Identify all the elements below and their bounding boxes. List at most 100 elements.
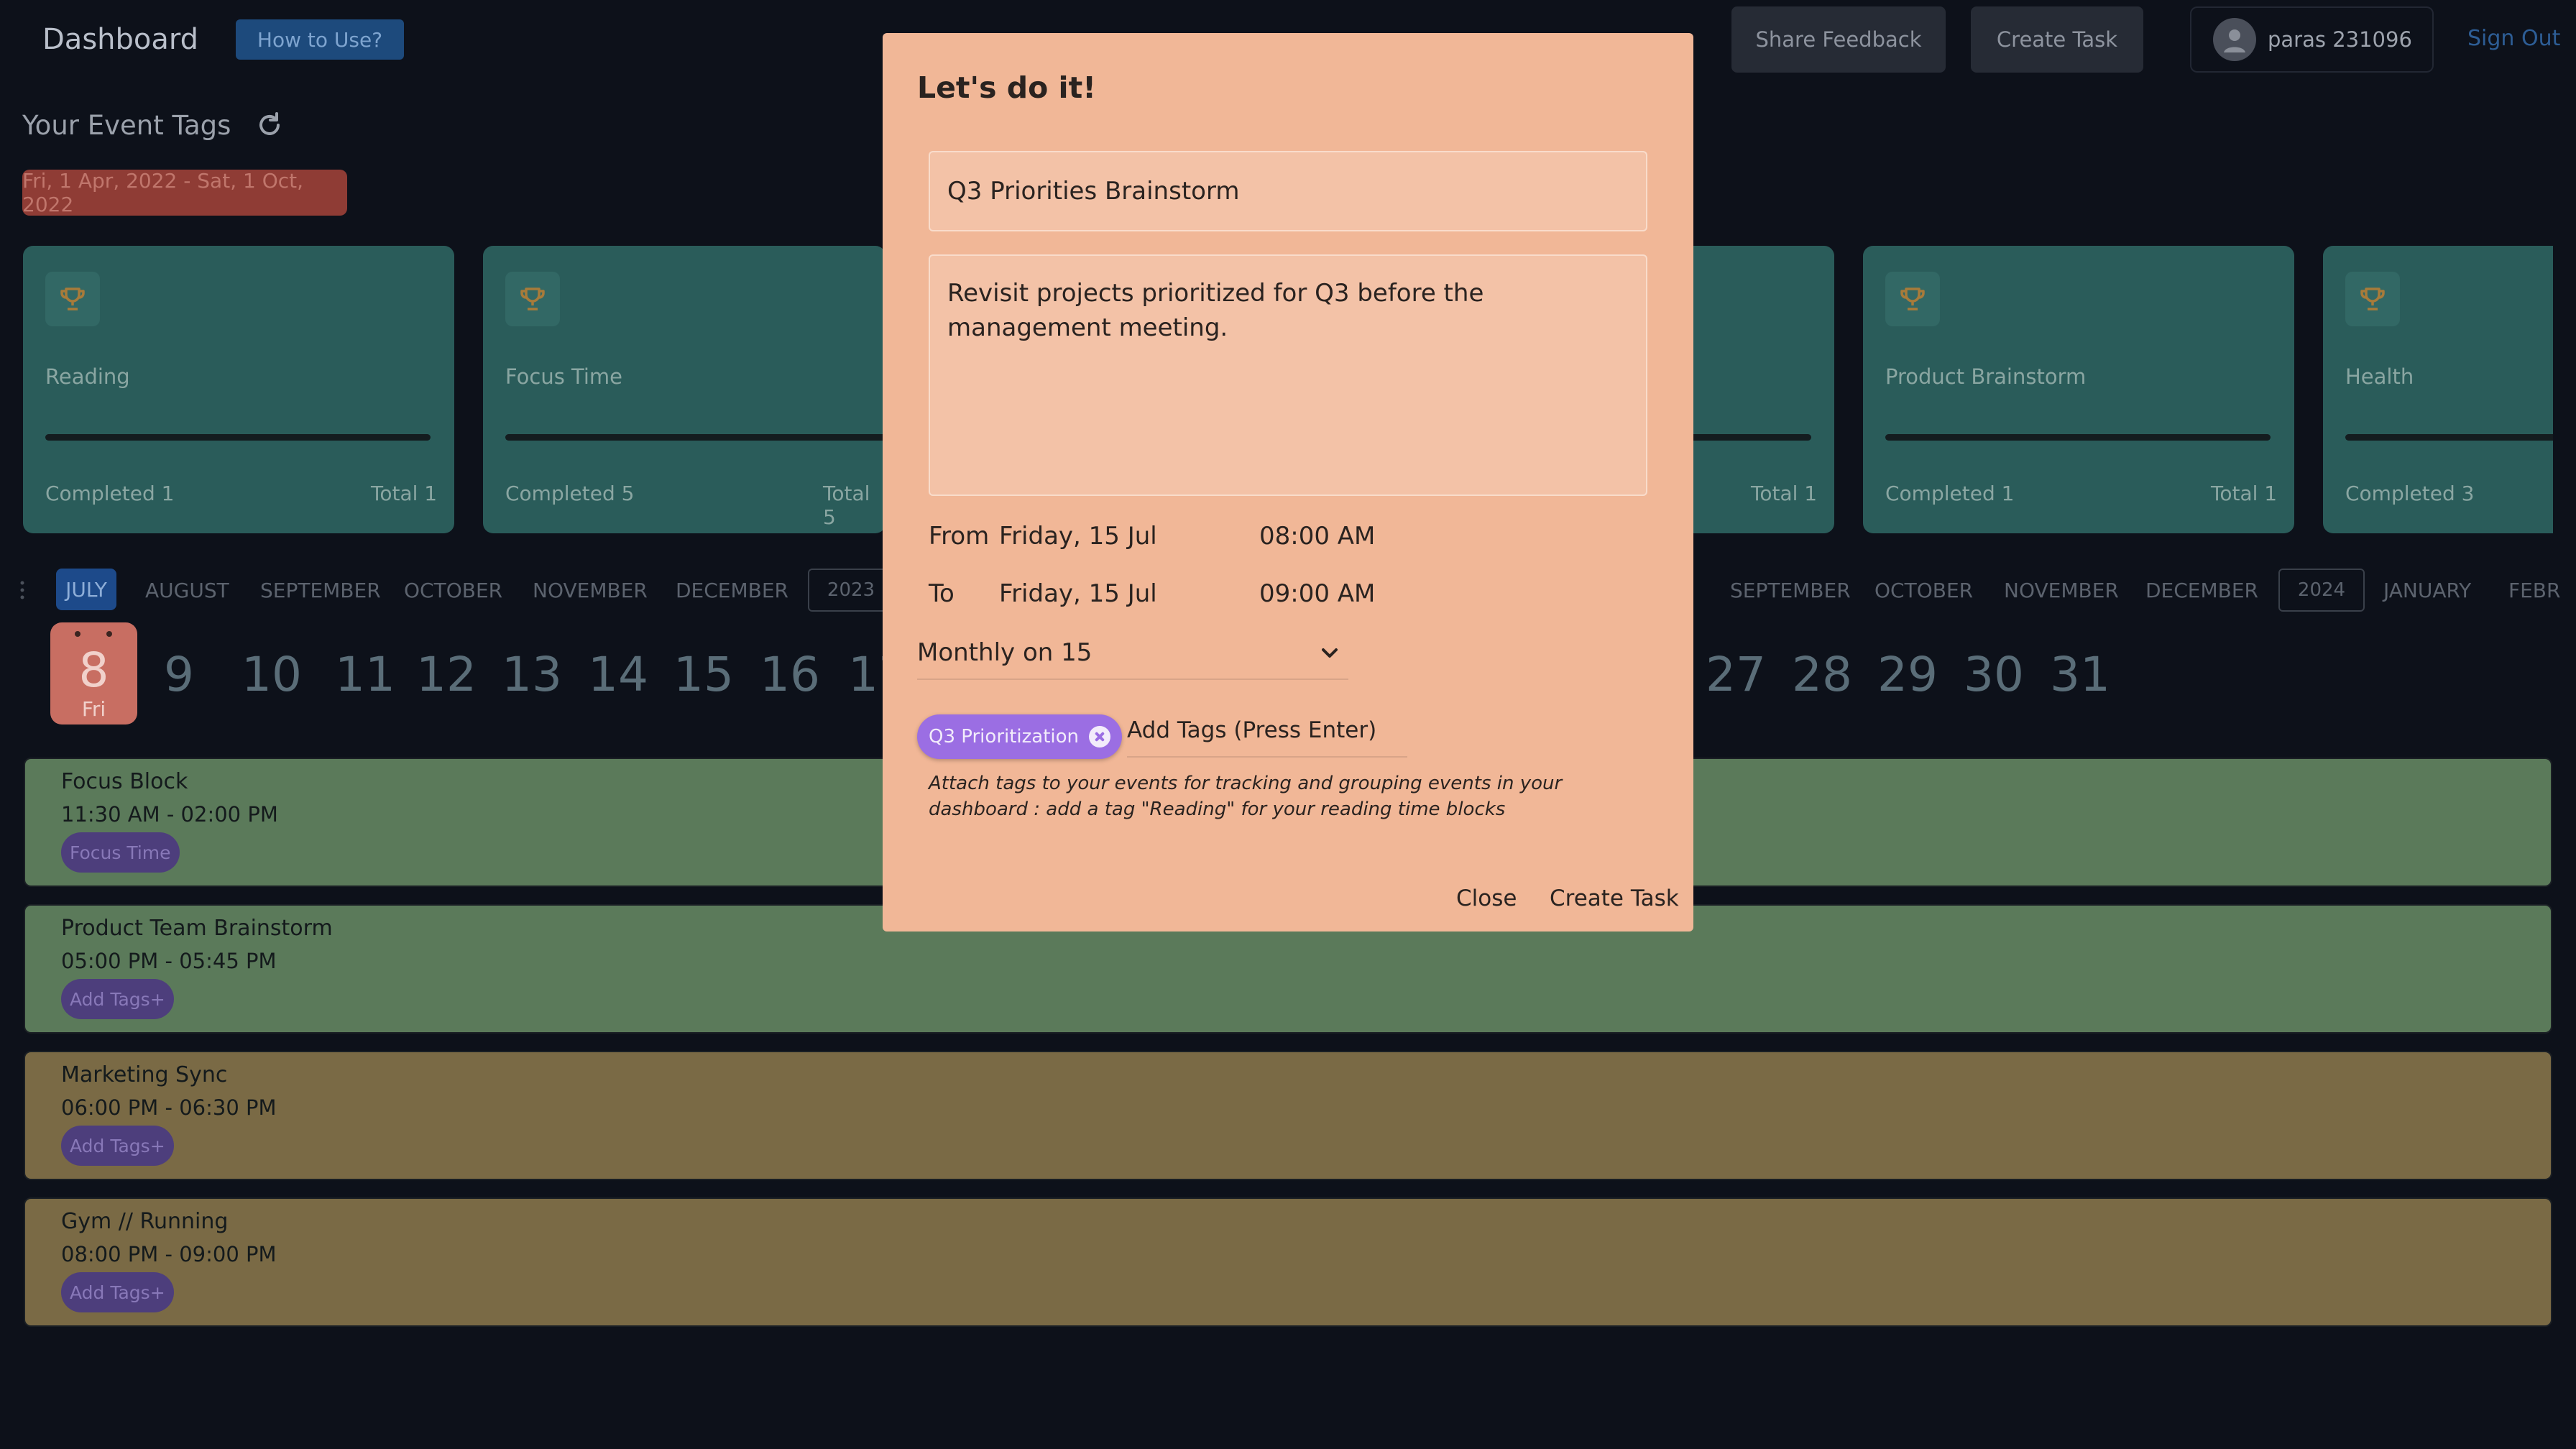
tag-card-focus-time[interactable]: Focus Time Completed 5 Total 5 — [483, 246, 886, 533]
day-30[interactable]: 30 — [1964, 647, 2024, 702]
user-icon — [2224, 29, 2245, 52]
more-vertical-icon[interactable] — [17, 579, 27, 601]
progress-bar — [2345, 434, 2553, 441]
add-tags-button[interactable]: Add Tags+ — [61, 1126, 174, 1166]
month-february[interactable]: FEBR — [2508, 579, 2560, 602]
tag-chip-label: Q3 Prioritization — [929, 726, 1080, 748]
day-27[interactable]: 27 — [1706, 647, 1766, 702]
day-16[interactable]: 16 — [760, 647, 820, 702]
day-28[interactable]: 28 — [1792, 647, 1852, 702]
trophy-icon — [45, 272, 100, 326]
event-time: 11:30 AM - 02:00 PM — [61, 802, 278, 827]
day-of-week: Fri — [81, 697, 106, 721]
from-time-picker[interactable]: 08:00 AM — [1259, 522, 1375, 551]
tags-hint: Attach tags to your events for tracking … — [929, 773, 1563, 820]
username: paras 231096 — [2268, 27, 2412, 52]
month-november[interactable]: NOVEMBER — [533, 579, 648, 602]
recurrence-select[interactable]: Monthly on 15 — [917, 638, 1348, 680]
refresh-icon[interactable] — [255, 111, 284, 139]
tag-name: Product Brainstorm — [1885, 364, 2087, 389]
event-card[interactable]: Marketing Sync 06:00 PM - 06:30 PM Add T… — [24, 1051, 2552, 1180]
close-button[interactable]: Close — [1456, 886, 1517, 911]
trophy-icon — [1885, 272, 1940, 326]
remove-tag-icon[interactable] — [1089, 726, 1111, 748]
to-time-picker[interactable]: 09:00 AM — [1259, 579, 1375, 608]
month-january[interactable]: JANUARY — [2383, 579, 2471, 602]
tag-name: Health — [2345, 364, 2414, 389]
day-14[interactable]: 14 — [588, 647, 648, 702]
total-count: Total 1 — [371, 482, 438, 505]
tag-card-hidden[interactable]: Total 1 — [1682, 246, 1834, 533]
month-september[interactable]: SEPTEMBER — [1730, 579, 1851, 602]
event-time: 05:00 PM - 05:45 PM — [61, 949, 277, 973]
add-tags-button[interactable]: Add Tags+ — [61, 1272, 174, 1312]
add-tags-input[interactable]: Add Tags (Press Enter) — [1127, 712, 1407, 758]
to-label: To — [929, 579, 954, 608]
year-marker: 2024 — [2278, 569, 2365, 612]
total-count: Total 1 — [2211, 482, 2278, 505]
tag-card-reading[interactable]: Reading Completed 1 Total 1 — [23, 246, 454, 533]
event-tags-heading: Your Event Tags — [22, 110, 231, 141]
month-october[interactable]: OCTOBER — [1874, 579, 1973, 602]
day-29[interactable]: 29 — [1877, 647, 1938, 702]
progress-bar — [1885, 434, 2271, 441]
user-menu[interactable]: paras 231096 — [2190, 6, 2434, 73]
page-title: Dashboard — [42, 23, 199, 56]
task-description-input[interactable]: Revisit projects prioritized for Q3 befo… — [929, 254, 1647, 496]
tag-card-health[interactable]: Health Completed 3 — [2323, 246, 2553, 533]
month-october[interactable]: OCTOBER — [404, 579, 502, 602]
progress-bar — [505, 434, 886, 441]
task-title-input[interactable]: Q3 Priorities Brainstorm — [929, 151, 1647, 231]
month-september[interactable]: SEPTEMBER — [260, 579, 381, 602]
event-card[interactable]: Gym // Running 08:00 PM - 09:00 PM Add T… — [24, 1197, 2552, 1327]
selected-day[interactable]: 8 Fri — [50, 622, 137, 724]
trophy-icon — [2345, 272, 2400, 326]
total-count: Total 5 — [823, 482, 870, 529]
create-task-button[interactable]: Create Task — [1971, 6, 2143, 73]
event-title: Marketing Sync — [61, 1062, 228, 1087]
event-time: 08:00 PM - 09:00 PM — [61, 1242, 277, 1266]
share-feedback-button[interactable]: Share Feedback — [1731, 6, 1946, 73]
day-11[interactable]: 11 — [335, 647, 395, 702]
day-12[interactable]: 12 — [416, 647, 477, 702]
create-task-modal: Let's do it! Q3 Priorities Brainstorm Re… — [883, 33, 1693, 932]
day-9[interactable]: 9 — [164, 647, 194, 702]
from-label: From — [929, 522, 990, 551]
month-july[interactable]: JULY — [56, 569, 116, 610]
completed-count: Completed 5 — [505, 482, 635, 505]
day-number: 8 — [78, 643, 109, 698]
year-marker: 2023 — [808, 569, 894, 612]
month-november[interactable]: NOVEMBER — [2004, 579, 2119, 602]
progress-bar — [1682, 434, 1811, 441]
tag-name: Focus Time — [505, 364, 623, 389]
total-count: Total 1 — [1751, 482, 1818, 505]
month-august[interactable]: AUGUST — [145, 579, 229, 602]
day-15[interactable]: 15 — [673, 647, 734, 702]
to-date-picker[interactable]: Friday, 15 Jul — [999, 579, 1157, 608]
add-tags-button[interactable]: Add Tags+ — [61, 979, 174, 1019]
tag-card-product-brainstorm[interactable]: Product Brainstorm Completed 1 Total 1 — [1863, 246, 2294, 533]
recurrence-value: Monthly on 15 — [917, 638, 1092, 667]
day-10[interactable]: 10 — [242, 647, 302, 702]
sign-out-link[interactable]: Sign Out — [2467, 26, 2560, 51]
modal-title: Let's do it! — [917, 70, 1096, 105]
event-tag-chip[interactable]: Focus Time — [61, 832, 180, 873]
day-13[interactable]: 13 — [502, 647, 562, 702]
completed-count: Completed 1 — [45, 482, 175, 505]
avatar — [2213, 18, 2256, 61]
create-task-submit-button[interactable]: Create Task — [1550, 886, 1679, 911]
month-december[interactable]: DECEMBER — [676, 579, 788, 602]
month-december[interactable]: DECEMBER — [2145, 579, 2258, 602]
trophy-icon — [505, 272, 560, 326]
tag-name: Reading — [45, 364, 130, 389]
from-date-picker[interactable]: Friday, 15 Jul — [999, 522, 1157, 551]
completed-count: Completed 1 — [1885, 482, 2015, 505]
event-time: 06:00 PM - 06:30 PM — [61, 1095, 277, 1120]
progress-bar — [45, 434, 431, 441]
event-title: Focus Block — [61, 769, 188, 794]
how-to-use-button[interactable]: How to Use? — [236, 19, 404, 60]
day-31[interactable]: 31 — [2050, 647, 2110, 702]
date-range-badge[interactable]: Fri, 1 Apr, 2022 - Sat, 1 Oct, 2022 — [22, 169, 347, 216]
event-title: Product Team Brainstorm — [61, 916, 333, 941]
tag-chip: Q3 Prioritization — [917, 714, 1123, 759]
